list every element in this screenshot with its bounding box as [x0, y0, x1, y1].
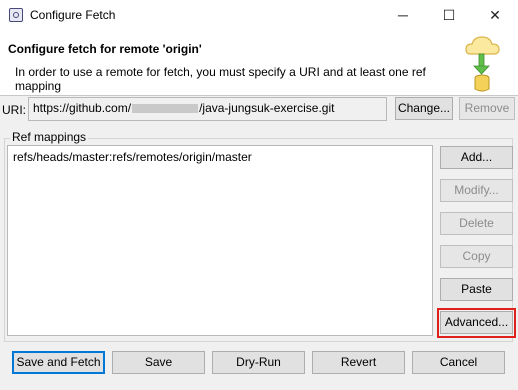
window-title: Configure Fetch: [30, 8, 116, 22]
dialog-header: Configure fetch for remote 'origin' In o…: [0, 31, 518, 95]
fetch-cloud-database-icon: [465, 36, 500, 92]
close-button[interactable]: ✕: [472, 0, 518, 31]
cancel-button[interactable]: Cancel: [412, 351, 505, 374]
minimize-button[interactable]: ─: [380, 0, 426, 31]
uri-label: URI:: [2, 103, 26, 117]
add-button[interactable]: Add...: [440, 146, 513, 169]
uri-suffix: /java-jungsuk-exercise.git: [199, 101, 335, 115]
app-icon: [9, 8, 23, 22]
ref-mappings-label: Ref mappings: [10, 130, 89, 144]
ref-mappings-list[interactable]: refs/heads/master:refs/remotes/origin/ma…: [7, 145, 433, 336]
header-title: Configure fetch for remote 'origin': [8, 42, 202, 56]
save-and-fetch-button[interactable]: Save and Fetch: [12, 351, 105, 374]
maximize-button[interactable]: ☐: [426, 0, 472, 31]
change-uri-button[interactable]: Change...: [395, 97, 453, 120]
uri-prefix: https://github.com/: [33, 101, 132, 115]
title-bar: Configure Fetch ─ ☐ ✕: [0, 0, 518, 31]
modify-button[interactable]: Modify...: [440, 179, 513, 202]
list-item[interactable]: refs/heads/master:refs/remotes/origin/ma…: [13, 150, 252, 164]
delete-button[interactable]: Delete: [440, 212, 513, 235]
revert-button[interactable]: Revert: [312, 351, 405, 374]
redacted-username: [132, 104, 199, 114]
paste-button[interactable]: Paste: [440, 278, 513, 301]
dry-run-button[interactable]: Dry-Run: [212, 351, 305, 374]
uri-field[interactable]: https://github.com/ /java-jungsuk-exercis…: [28, 97, 387, 121]
copy-button[interactable]: Copy: [440, 245, 513, 268]
header-description: In order to use a remote for fetch, you …: [15, 65, 426, 93]
save-button[interactable]: Save: [112, 351, 205, 374]
advanced-highlight-box: [437, 308, 516, 338]
remove-uri-button[interactable]: Remove: [459, 97, 515, 120]
